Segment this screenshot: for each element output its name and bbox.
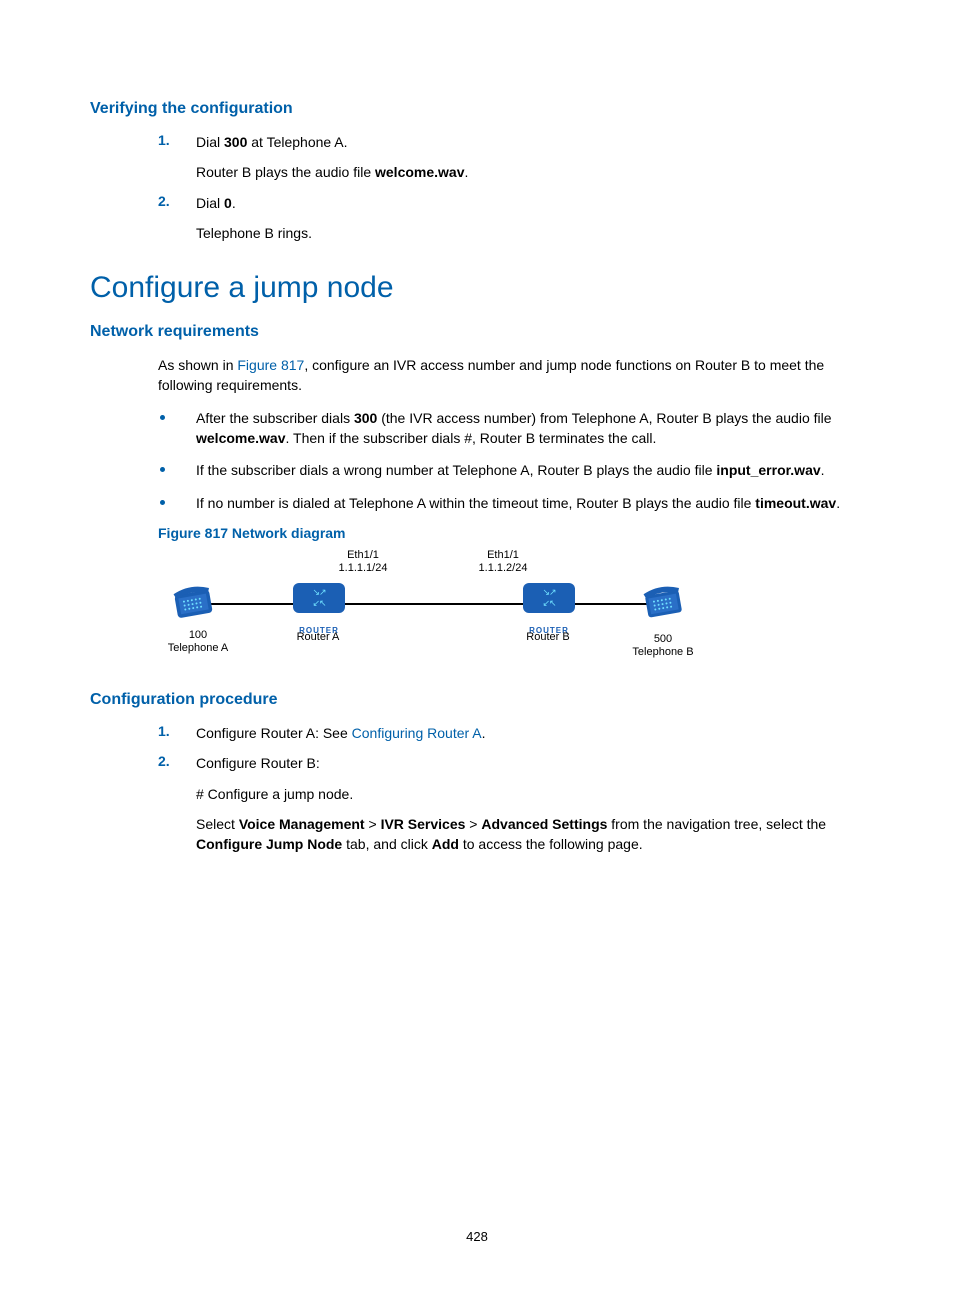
text: >	[365, 816, 381, 832]
label-tel-b-num: 500	[623, 633, 703, 646]
text-bold: Advanced Settings	[481, 816, 607, 832]
text-bold: Add	[432, 836, 459, 852]
text: # Configure a jump node.	[196, 784, 864, 804]
text: >	[465, 816, 481, 832]
text: .	[821, 462, 825, 478]
text: .	[465, 164, 469, 180]
text: . Then if the subscriber dials #, Router…	[286, 430, 657, 446]
proc-step-1: Configure Router A: See Configuring Rout…	[158, 723, 864, 743]
text: .	[232, 195, 236, 211]
text: Select	[196, 816, 239, 832]
router-b-icon: ↘↗↙↖ ROUTER	[523, 583, 575, 623]
text-bold: welcome.wav	[196, 430, 286, 446]
page-number: 428	[0, 1229, 954, 1244]
text-bold: welcome.wav	[375, 164, 465, 180]
label-tel-a: Telephone A	[158, 642, 238, 655]
text-bold: timeout.wav	[755, 495, 836, 511]
heading-network-requirements: Network requirements	[90, 323, 864, 341]
paragraph: As shown in Figure 817, configure an IVR…	[90, 355, 864, 396]
text: at Telephone A.	[247, 134, 347, 150]
heading-verifying: Verifying the configuration	[90, 100, 864, 118]
text: As shown in	[158, 357, 237, 373]
text: After the subscriber dials	[196, 410, 354, 426]
link-figure-817[interactable]: Figure 817	[237, 357, 304, 373]
text: Dial	[196, 195, 224, 211]
label-tel-a-num: 100	[158, 629, 238, 642]
text: Configure Router A: See	[196, 725, 352, 741]
label-ip-a: 1.1.1.1/24	[323, 562, 403, 575]
label-eth-a: Eth1/1	[323, 549, 403, 562]
telephone-b-icon	[638, 581, 688, 621]
text: Telephone B rings.	[196, 223, 864, 243]
heading-config-procedure: Configuration procedure	[90, 691, 864, 709]
text: Router B plays the audio file	[196, 164, 375, 180]
heading-configure-jump-node: Configure a jump node	[90, 271, 864, 305]
text-bold: 0	[224, 195, 232, 211]
bullet-item: If no number is dialed at Telephone A wi…	[158, 493, 864, 513]
text-bold: IVR Services	[381, 816, 466, 832]
text: If no number is dialed at Telephone A wi…	[196, 495, 755, 511]
text-bold: input_error.wav	[716, 462, 820, 478]
label-tel-b: Telephone B	[623, 646, 703, 659]
proc-step-2: Configure Router B: # Configure a jump n…	[158, 753, 864, 854]
label-router-b: Router B	[508, 631, 588, 644]
verify-step-2: Dial 0. Telephone B rings.	[158, 193, 864, 244]
text: (the IVR access number) from Telephone A…	[377, 410, 831, 426]
text: .	[482, 725, 486, 741]
network-diagram: Eth1/1 1.1.1.1/24 Eth1/1 1.1.1.2/24	[168, 549, 708, 667]
text: tab, and click	[342, 836, 432, 852]
label-ip-b: 1.1.1.2/24	[463, 562, 543, 575]
text: .	[836, 495, 840, 511]
link-configuring-router-a[interactable]: Configuring Router A	[352, 725, 482, 741]
figure-caption: Figure 817 Network diagram	[158, 525, 864, 541]
text-bold: Voice Management	[239, 816, 365, 832]
label-eth-b: Eth1/1	[463, 549, 543, 562]
text-bold: 300	[354, 410, 377, 426]
text-bold: Configure Jump Node	[196, 836, 342, 852]
verify-step-1: Dial 300 at Telephone A. Router B plays …	[158, 132, 864, 183]
telephone-a-icon	[168, 581, 218, 621]
label-router-a: Router A	[278, 631, 358, 644]
text: from the navigation tree, select the	[607, 816, 826, 832]
bullet-item: After the subscriber dials 300 (the IVR …	[158, 408, 864, 449]
text-bold: 300	[224, 134, 247, 150]
router-a-icon: ↘↗↙↖ ROUTER	[293, 583, 345, 623]
text: If the subscriber dials a wrong number a…	[196, 462, 716, 478]
text: Configure Router B:	[196, 755, 320, 771]
text: Dial	[196, 134, 224, 150]
bullet-item: If the subscriber dials a wrong number a…	[158, 460, 864, 480]
text: to access the following page.	[459, 836, 643, 852]
